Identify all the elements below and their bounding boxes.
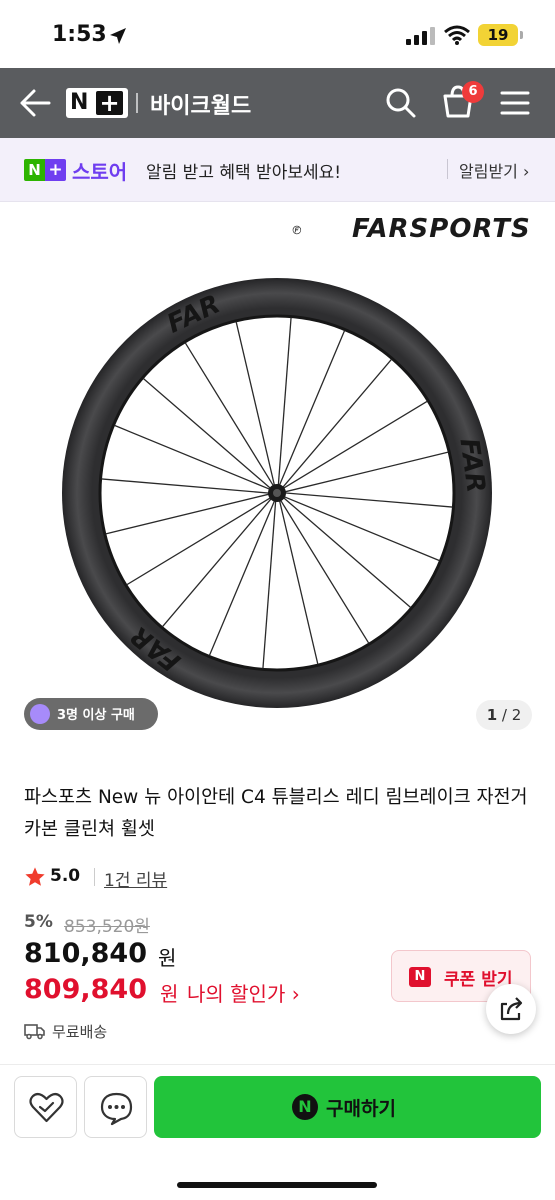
notification-banner: N + 스토어 알림 받고 혜택 받아보세요! 알림받기 ›	[0, 138, 555, 202]
talk-chat-icon	[100, 1092, 133, 1126]
notice-divider	[447, 159, 448, 179]
pager-current: 1	[486, 706, 498, 724]
nplus-store-label: 스토어	[72, 160, 128, 184]
star-icon	[25, 867, 45, 886]
my-discount-price-link[interactable]: 나의 할인가 ›	[187, 978, 300, 1007]
my-discount-price: 809,840	[24, 974, 147, 1005]
cart-count-badge: 6	[462, 81, 484, 103]
sale-price-unit: 원	[158, 946, 177, 970]
header-divider	[136, 93, 138, 113]
nplus-logo-plus: +	[96, 91, 123, 115]
pager-total: / 2	[501, 706, 522, 724]
subscribe-alert-button[interactable]: 알림받기 ›	[459, 158, 529, 182]
search-icon[interactable]	[384, 86, 418, 120]
original-price: 853,520원	[64, 917, 150, 937]
npay-logo-icon: N	[292, 1094, 318, 1120]
farsports-logo-icon	[292, 225, 302, 235]
buyers-count-text: 3명 이상 구매	[57, 708, 135, 723]
my-discount-price-unit: 원	[160, 982, 179, 1006]
wheel-product-image: FAR FAR FAR	[62, 278, 492, 708]
buyers-count-badge: 3명 이상 구매	[24, 698, 158, 730]
nplus-store-logo-n: N	[24, 159, 45, 181]
wishlist-button[interactable]	[14, 1076, 77, 1138]
sale-price: 810,840	[24, 938, 147, 969]
share-button[interactable]	[486, 984, 536, 1034]
buy-button[interactable]: N 구매하기	[154, 1076, 541, 1138]
menu-icon[interactable]	[500, 90, 530, 116]
store-header: N + 바이크월드	[0, 68, 555, 138]
nplus-logo-n: N	[70, 90, 89, 115]
notice-message: 알림 받고 혜택 받아보세요!	[146, 163, 342, 183]
rating-divider	[94, 868, 95, 886]
bag-icon	[30, 704, 50, 724]
cellular-signal-icon	[406, 27, 435, 45]
nplus-store-logo-plus: +	[45, 159, 66, 181]
status-time: 1:53	[52, 22, 107, 47]
share-icon	[500, 997, 523, 1021]
back-arrow-icon[interactable]	[18, 88, 52, 118]
wifi-icon	[444, 25, 470, 45]
nplus-store-logo: N +	[24, 159, 68, 181]
status-bar: 1:53 19	[0, 0, 555, 68]
discount-rate: 5%	[24, 912, 53, 932]
rating-value: 5.0	[50, 866, 81, 886]
battery-tip	[520, 31, 523, 39]
talk-button[interactable]	[84, 1076, 147, 1138]
location-arrow-icon	[110, 28, 126, 44]
home-indicator	[177, 1182, 377, 1188]
battery-indicator: 19	[478, 24, 518, 46]
product-title: 파스포츠 New 뉴 아이안테 C4 튜블리스 레디 림브레이크 자전거 카본 …	[24, 787, 528, 840]
brand-name: FARSPORTS	[352, 214, 531, 244]
image-pager: 1 / 2	[476, 700, 532, 730]
wish-heart-icon	[29, 1092, 64, 1123]
shipping-info: 무료배송	[52, 1023, 108, 1041]
coupon-icon: N	[409, 967, 431, 987]
review-count-link[interactable]: 1건 리뷰	[104, 866, 167, 891]
store-title[interactable]: 바이크월드	[150, 88, 251, 120]
delivery-truck-icon	[24, 1024, 45, 1040]
buy-button-label: 구매하기	[326, 1098, 396, 1120]
nplus-logo[interactable]: N +	[66, 88, 128, 118]
